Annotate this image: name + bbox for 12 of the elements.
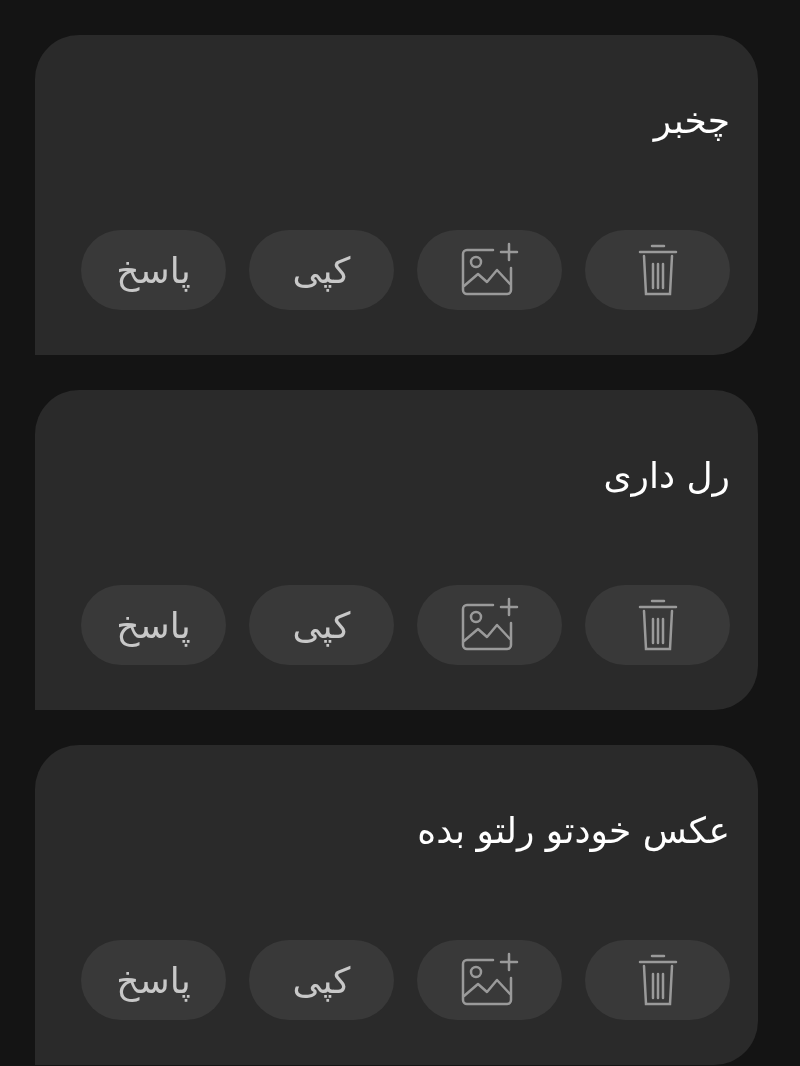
action-button[interactable]: کپی	[249, 230, 394, 310]
action-button[interactable]: پاسخ	[81, 230, 226, 310]
action-button[interactable]: کپی	[249, 940, 394, 1020]
action-button[interactable]: پاسخ	[81, 585, 226, 665]
trash-icon	[637, 952, 678, 1008]
action-button[interactable]: کپی	[249, 585, 394, 665]
action-button[interactable]: پاسخ	[81, 940, 226, 1020]
trash-icon	[637, 242, 678, 298]
message-text: عکس خودتو رلتو بده	[416, 809, 730, 854]
message-text: چخبر	[651, 99, 730, 144]
trash-icon	[637, 597, 678, 653]
message-text: رل داری	[602, 454, 730, 499]
